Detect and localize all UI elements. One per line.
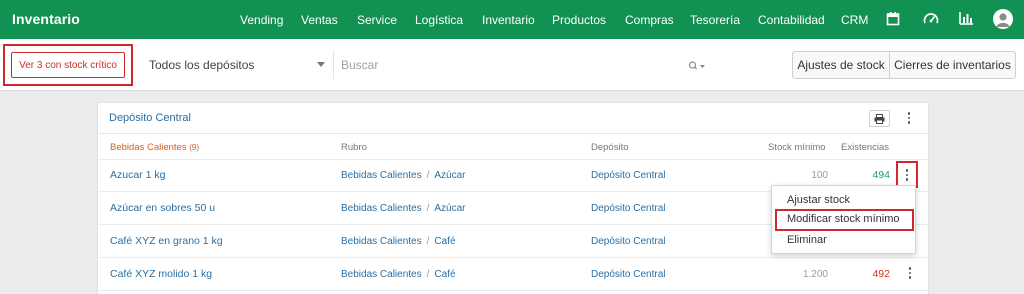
deposito[interactable]: Depósito Central [591,236,665,247]
group-name: Bebidas Calientes [110,142,187,153]
menu-item-adjust-stock[interactable]: Ajustar stock [787,194,850,206]
card-header: Depósito Central [98,103,928,134]
caret-down-icon [317,62,325,67]
deposit-select[interactable]: Todos los depósitos [140,51,334,79]
inventory-closures-button[interactable]: Cierres de inventarios [890,52,1015,78]
card-title[interactable]: Depósito Central [109,112,191,124]
divider [98,290,928,291]
printer-icon [874,113,885,124]
user-avatar-icon[interactable] [993,9,1013,29]
product-name[interactable]: Azucar 1 kg [110,169,165,181]
deposito[interactable]: Depósito Central [591,269,665,280]
rubro-separator: / [426,203,430,214]
rubro-subcategory[interactable]: Azúcar [434,203,465,214]
row-more-icon[interactable] [903,265,917,281]
speedometer-icon[interactable] [923,11,939,27]
critical-stock-button[interactable]: Ver 3 con stock crítico [11,52,125,78]
rubro-category[interactable]: Bebidas Calientes [341,269,422,280]
search-input[interactable] [334,51,716,79]
divider [98,159,928,160]
divider [98,257,928,258]
card-more-icon[interactable] [902,110,916,126]
rubro-separator: / [426,269,430,280]
row-action-menu: Ajustar stock Modificar stock mínimo Eli… [771,185,916,254]
column-header-deposito: Depósito [591,142,629,153]
nav-inventario[interactable]: Inventario [482,13,535,27]
column-header-existencias: Existencias [841,142,890,153]
nav-logistica[interactable]: Logística [415,13,463,27]
rubro-category[interactable]: Bebidas Calientes [341,236,422,247]
deposito[interactable]: Depósito Central [591,170,665,181]
stock-actions-group: Ajustes de stock Cierres de inventarios [792,51,1016,79]
nav-vending[interactable]: Vending [240,13,283,27]
nav-contabilidad[interactable]: Contabilidad [758,13,825,27]
product-name[interactable]: Café XYZ molido 1 kg [110,268,212,280]
stock-adjustments-button[interactable]: Ajustes de stock [793,52,890,78]
group-count: (9) [189,143,199,152]
nav-productos[interactable]: Productos [552,13,606,27]
calendar-icon[interactable] [886,11,902,27]
menu-item-modify-min-stock[interactable]: Modificar stock mínimo [787,213,899,225]
nav-compras[interactable]: Compras [625,13,674,27]
product-name[interactable]: Azúcar en sobres 50 u [110,202,215,214]
rubro-path: Bebidas Calientes / Café [341,269,456,280]
group-header[interactable]: Bebidas Calientes (9) [110,142,199,153]
print-button[interactable] [869,110,890,127]
row-more-icon[interactable] [900,167,914,183]
existencias: 492 [872,268,890,280]
rubro-path: Bebidas Calientes / Azúcar [341,170,466,181]
column-header-stock-min: Stock mínimo [768,142,826,153]
deposito[interactable]: Depósito Central [591,203,665,214]
rubro-category[interactable]: Bebidas Calientes [341,203,422,214]
rubro-subcategory[interactable]: Café [434,236,455,247]
rubro-path: Bebidas Calientes / Café [341,236,456,247]
deposit-select-value: Todos los depósitos [149,58,255,72]
stock-min: 1.200 [802,269,828,280]
nav-ventas[interactable]: Ventas [301,13,338,27]
top-navbar: Inventario Vending Ventas Service Logíst… [0,0,1024,39]
rubro-path: Bebidas Calientes / Azúcar [341,203,466,214]
nav-tesoreria[interactable]: Tesorería [690,13,740,27]
search-icon[interactable] [688,59,706,71]
product-name[interactable]: Café XYZ en grano 1 kg [110,235,223,247]
existencias: 494 [872,169,890,181]
column-header-rubro: Rubro [341,142,367,153]
nav-service[interactable]: Service [357,13,397,27]
nav-crm[interactable]: CRM [841,13,868,27]
stock-min: 100 [811,170,828,181]
rubro-separator: / [426,236,430,247]
toolbar: Ver 3 con stock crítico Todos los depósi… [0,39,1024,91]
bar-chart-icon[interactable] [959,11,975,27]
highlight-box [896,161,918,188]
rubro-subcategory[interactable]: Azúcar [434,170,465,181]
rubro-separator: / [426,170,430,181]
app-title[interactable]: Inventario [12,11,80,27]
rubro-category[interactable]: Bebidas Calientes [341,170,422,181]
rubro-subcategory[interactable]: Café [434,269,455,280]
menu-item-delete[interactable]: Eliminar [787,234,827,246]
